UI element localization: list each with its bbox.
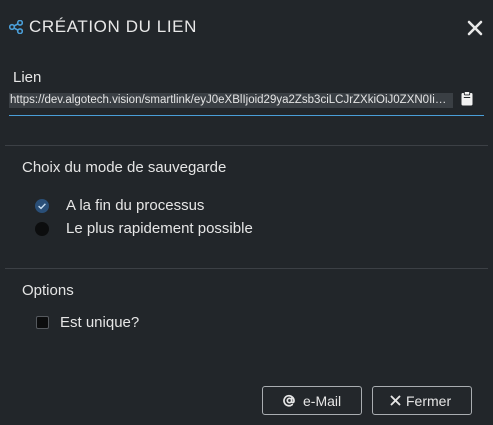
- email-button[interactable]: e-Mail: [262, 386, 362, 415]
- options-title: Options: [22, 282, 74, 299]
- link-input[interactable]: [9, 93, 453, 108]
- check-icon: [38, 203, 46, 210]
- radio-button[interactable]: [35, 222, 49, 236]
- save-mode-title: Choix du mode de sauvegarde: [22, 159, 227, 176]
- section-divider: [5, 145, 488, 146]
- unique-checkbox[interactable]: [36, 316, 49, 329]
- section-divider: [5, 268, 488, 269]
- close-icon[interactable]: [465, 18, 485, 38]
- share-icon: [9, 20, 23, 34]
- link-creation-dialog: CRÉATION DU LIEN Lien Choix du mode de s…: [0, 0, 493, 425]
- radio-label: Le plus rapidement possible: [66, 220, 253, 237]
- at-icon: [283, 394, 295, 407]
- close-button[interactable]: Fermer: [372, 386, 472, 415]
- close-button-label: Fermer: [406, 393, 452, 409]
- link-label: Lien: [13, 69, 42, 86]
- clipboard-icon[interactable]: [461, 91, 473, 106]
- email-button-label: e-Mail: [303, 393, 342, 409]
- radio-label: A la fin du processus: [66, 197, 205, 214]
- close-icon: [390, 395, 401, 406]
- unique-label: Est unique?: [60, 314, 140, 331]
- link-field: [9, 88, 484, 116]
- radio-button[interactable]: [35, 199, 49, 213]
- dialog-title: CRÉATION DU LIEN: [29, 17, 197, 36]
- dialog-header: CRÉATION DU LIEN: [0, 0, 493, 56]
